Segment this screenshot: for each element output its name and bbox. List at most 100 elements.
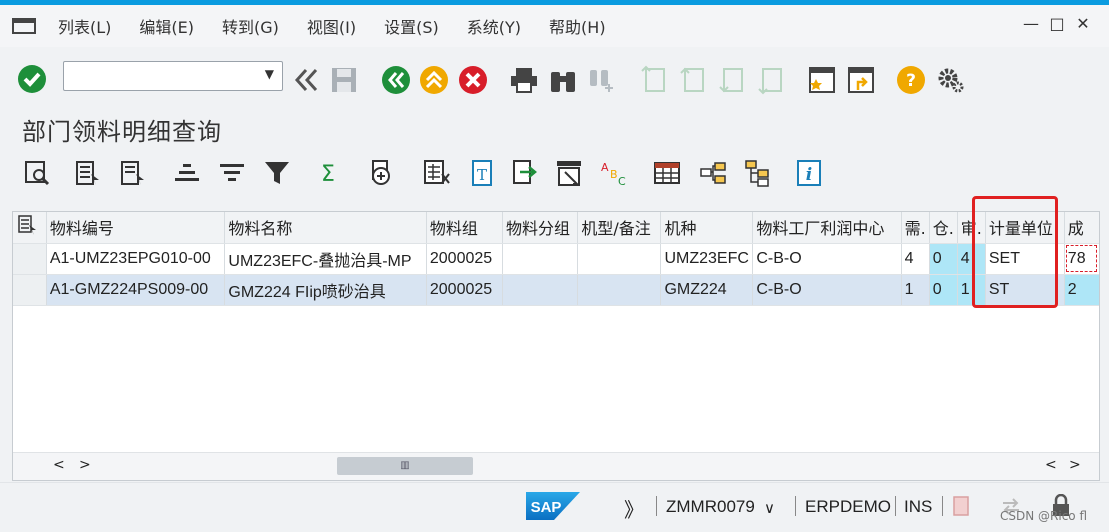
menu-goto[interactable]: 转到(G) (208, 14, 293, 38)
help-icon: ? (897, 66, 925, 94)
total-button[interactable]: Σ (313, 158, 343, 188)
back-button[interactable] (380, 64, 412, 96)
history-back-button[interactable] (290, 64, 322, 96)
menu-icon[interactable] (12, 16, 36, 36)
cell-warehouse-qty[interactable]: 0 (929, 243, 958, 275)
layout-icon (557, 161, 581, 186)
menu-edit[interactable]: 编辑(E) (125, 14, 208, 38)
table-row[interactable]: A1-GMZ224PS009-00 GMZ224 FIip喷砂治具 200002… (13, 274, 1099, 306)
cell-material-group[interactable]: 2000025 (426, 243, 503, 275)
graphic-button[interactable] (743, 158, 773, 188)
menu-system[interactable]: 系统(Y) (453, 14, 535, 38)
cell-material-name[interactable]: GMZ224 FIip喷砂治具 (224, 274, 427, 306)
cell-model-type[interactable]: GMZ224 (660, 274, 754, 306)
find-next-button[interactable] (586, 64, 618, 96)
horizontal-scrollbar[interactable]: < > ▥ < > (13, 452, 1099, 480)
scroll-left-button[interactable]: < (53, 457, 65, 473)
transaction-code: ZMMR0079 (666, 497, 755, 516)
save-button[interactable] (328, 64, 360, 96)
cell-required-qty[interactable]: 1 (901, 274, 930, 306)
local-file-button[interactable] (510, 158, 540, 188)
cell-model-remark[interactable] (577, 243, 662, 275)
expand-status-button[interactable]: 》 (624, 494, 644, 523)
print-button[interactable] (508, 64, 540, 96)
exit-button[interactable] (418, 64, 450, 96)
column-header[interactable]: 仓. (929, 212, 958, 244)
word-processing-button[interactable]: T (467, 158, 497, 188)
table-row[interactable]: A1-UMZ23EPG010-00 UMZ23EFC-叠抛治具-MP 20000… (13, 243, 1099, 275)
sort-ascending-icon (175, 164, 199, 181)
menu-help[interactable]: 帮助(H) (535, 14, 620, 38)
cell-material-number[interactable]: A1-GMZ224PS009-00 (46, 274, 226, 306)
column-header[interactable]: 机种 (660, 212, 754, 244)
views-button[interactable] (698, 158, 728, 188)
shortcut-button[interactable] (845, 64, 877, 96)
help-button[interactable]: ? (895, 64, 927, 96)
column-header[interactable]: 物料分组 (502, 212, 579, 244)
double-chevron-left-icon (294, 68, 318, 92)
transaction-dropdown[interactable]: ∨ (764, 499, 775, 517)
first-page-button[interactable] (638, 64, 670, 96)
print-preview-button[interactable] (366, 158, 396, 188)
deselect-all-button[interactable] (118, 158, 148, 188)
structure-icon (745, 160, 769, 187)
abc-analysis-button[interactable]: ABC (599, 158, 629, 188)
cell-profit-center[interactable]: C-B-O (752, 243, 902, 275)
svg-text:SAP: SAP (531, 499, 562, 516)
cell-material-category[interactable] (502, 243, 579, 275)
last-page-button[interactable] (755, 64, 787, 96)
minimize-button[interactable]: — (1018, 14, 1044, 34)
column-header[interactable]: 物料工厂利润中心 (752, 212, 902, 244)
alv-grid: 物料编号 物料名称 物料组 物料分组 机型/备注 机种 物料工厂利润中心 需. … (12, 211, 1100, 481)
menu-list[interactable]: 列表(L) (44, 14, 125, 38)
previous-page-button[interactable] (677, 64, 709, 96)
cell-model-remark[interactable] (577, 274, 662, 306)
insert-mode[interactable]: INS (904, 497, 932, 517)
find-button[interactable] (547, 64, 579, 96)
cell-required-qty[interactable]: 4 (901, 243, 930, 275)
column-scroll-right-button[interactable]: > (1069, 457, 1081, 473)
select-all-corner[interactable] (13, 212, 47, 244)
cell-cost[interactable]: 2 (1064, 274, 1099, 306)
maximize-button[interactable]: □ (1044, 14, 1070, 34)
filter-button[interactable] (262, 158, 292, 188)
scroll-right-button[interactable]: > (79, 457, 91, 473)
cell-material-number[interactable]: A1-UMZ23EPG010-00 (46, 243, 226, 275)
cell-model-type[interactable]: UMZ23EFC (660, 243, 754, 275)
column-header[interactable]: 机型/备注 (577, 212, 662, 244)
cell-material-group[interactable]: 2000025 (426, 274, 503, 306)
chevron-down-icon[interactable]: ▼ (265, 67, 274, 81)
cell-profit-center[interactable]: C-B-O (752, 274, 902, 306)
menu-settings[interactable]: 设置(S) (370, 14, 453, 38)
cell-cost[interactable]: 78 (1064, 243, 1099, 275)
change-layout-button[interactable] (554, 158, 584, 188)
cancel-button[interactable] (457, 64, 489, 96)
column-header[interactable]: 成 (1064, 212, 1099, 244)
new-session-button[interactable] (806, 64, 838, 96)
export-excel-button[interactable] (422, 158, 452, 188)
column-header[interactable]: 需. (901, 212, 930, 244)
sort-ascending-button[interactable] (172, 158, 202, 188)
info-button[interactable]: i (794, 158, 824, 188)
customize-layout-button[interactable] (934, 64, 966, 96)
next-page-button[interactable] (716, 64, 748, 96)
select-all-button[interactable] (73, 158, 103, 188)
column-scroll-left-button[interactable]: < (1045, 457, 1057, 473)
exit-icon (420, 66, 448, 94)
column-header[interactable]: 物料名称 (224, 212, 427, 244)
menu-view[interactable]: 视图(I) (293, 14, 370, 38)
row-selector[interactable] (13, 243, 47, 275)
enter-button[interactable] (16, 63, 48, 95)
cell-warehouse-qty[interactable]: 0 (929, 274, 958, 306)
column-header[interactable]: 物料组 (426, 212, 503, 244)
command-field[interactable]: ▼ (63, 61, 283, 91)
scroll-thumb[interactable]: ▥ (337, 457, 473, 475)
row-selector[interactable] (13, 274, 47, 306)
close-window-button[interactable]: ✕ (1070, 14, 1096, 34)
details-button[interactable] (22, 158, 52, 188)
cell-material-category[interactable] (502, 274, 579, 306)
select-layout-button[interactable] (652, 158, 682, 188)
sort-descending-button[interactable] (217, 158, 247, 188)
cell-material-name[interactable]: UMZ23EFC-叠抛治具-MP (224, 243, 427, 275)
column-header[interactable]: 物料编号 (46, 212, 226, 244)
